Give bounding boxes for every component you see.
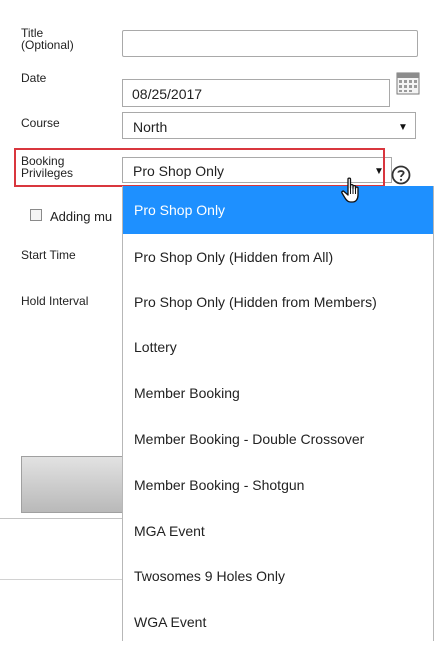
dropdown-option[interactable]: Pro Shop Only (Hidden from Members) [123,279,433,327]
course-select-value: North [133,119,168,135]
divider [0,579,122,580]
dropdown-option[interactable]: Lottery [123,324,433,372]
dropdown-option[interactable]: Member Booking - Shotgun [123,462,433,510]
divider [0,518,122,519]
course-label: Course [21,116,60,130]
date-label: Date [21,71,47,85]
title-input[interactable] [122,30,418,57]
date-input[interactable]: 08/25/2017 [122,79,390,107]
calendar-icon[interactable] [396,71,420,95]
course-select[interactable]: North ▼ [122,112,416,139]
booking-privileges-dropdown: Pro Shop Only Pro Shop Only (Hidden from… [122,186,434,641]
dropdown-option[interactable]: Pro Shop Only [123,186,433,234]
adding-checkbox[interactable] [30,209,42,221]
dropdown-option[interactable]: Twosomes 9 Holes Only [123,553,433,601]
hold-interval-label: Hold Interval [21,294,89,308]
start-time-label: Start Time [21,248,76,262]
title-label: Title (Optional) [21,26,74,52]
dropdown-arrow-icon: ▼ [398,122,408,133]
dropdown-option[interactable]: WGA Event [123,598,433,646]
dropdown-option[interactable]: MGA Event [123,508,433,556]
event-form: Title (Optional) Date 08/25/2017 Course … [0,0,437,641]
dropdown-option[interactable]: Member Booking - Double Crossover [123,416,433,464]
dropdown-option[interactable]: Member Booking [123,370,433,418]
help-icon[interactable] [391,165,411,185]
action-button[interactable] [21,456,123,513]
dropdown-option[interactable]: Pro Shop Only (Hidden from All) [123,234,433,282]
highlight-box [14,148,385,187]
adding-checkbox-label: Adding mu [50,209,113,224]
hand-cursor-icon [341,177,359,203]
